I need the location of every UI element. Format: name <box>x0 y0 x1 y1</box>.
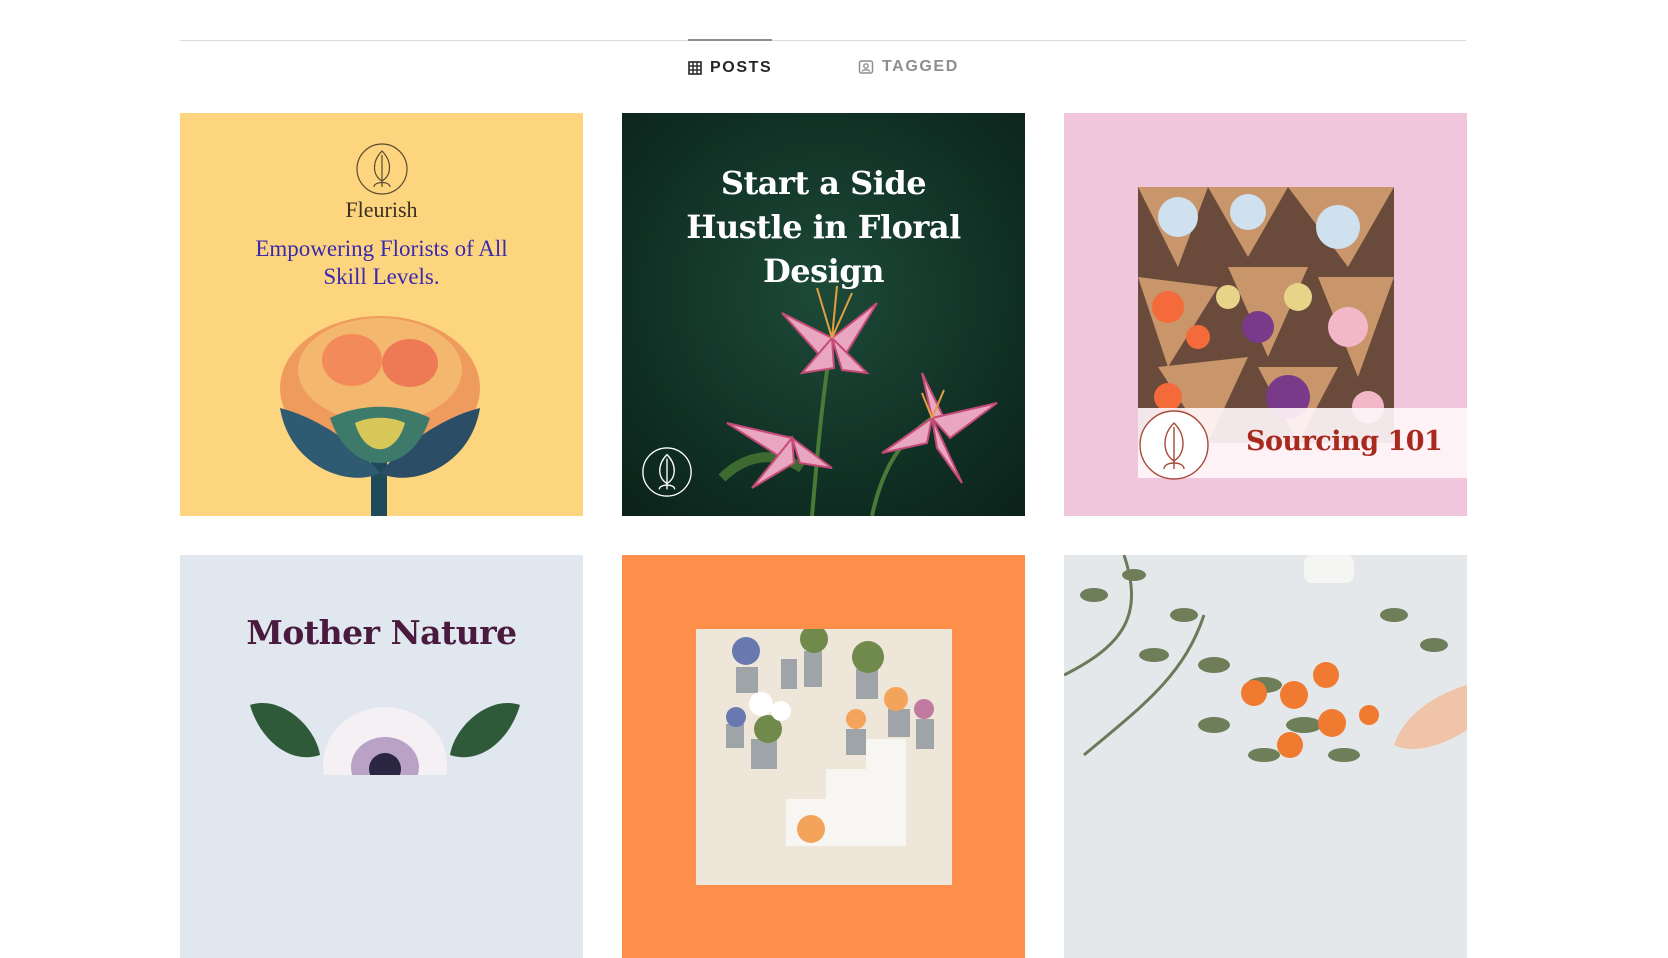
post-headline: Sourcing 101 <box>1246 426 1443 457</box>
tab-tagged-label: TAGGED <box>882 58 959 75</box>
fleurish-logo-icon <box>1139 410 1209 480</box>
tab-tagged[interactable]: TAGGED <box>858 40 959 94</box>
post-tile[interactable] <box>622 555 1025 958</box>
tulip-flower-image <box>280 316 480 516</box>
post-tile[interactable]: Mother Nature <box>180 555 583 958</box>
anemone-flower-image <box>250 703 520 775</box>
post-headline: Mother Nature <box>246 613 517 652</box>
post-tile[interactable] <box>1064 555 1467 958</box>
tab-posts[interactable]: POSTS <box>688 39 773 95</box>
profile-divider <box>180 40 1466 41</box>
brand-name: Fleurish <box>345 197 418 222</box>
post-headline: Start a Side Hustle in Floral Design <box>686 164 961 290</box>
tagged-user-icon <box>858 59 874 75</box>
post-tile[interactable]: Start a Side Hustle in Floral Design <box>622 113 1025 516</box>
flower-shop-photo <box>696 625 952 885</box>
bouquets-photo <box>1138 187 1394 443</box>
grid-icon <box>688 61 702 75</box>
post-tile[interactable]: Sourcing 101 <box>1064 113 1467 516</box>
post-headline: Empowering Florists of All Skill Levels. <box>255 236 508 289</box>
flower-arranging-photo <box>1064 555 1467 772</box>
fleurish-logo-icon <box>180 141 583 202</box>
tab-posts-label: POSTS <box>710 59 773 76</box>
post-tile[interactable]: Fleurish Empowering Florists of All Skil… <box>180 113 583 516</box>
fleurish-logo-icon <box>642 447 692 497</box>
lily-flowers-image <box>718 285 998 516</box>
